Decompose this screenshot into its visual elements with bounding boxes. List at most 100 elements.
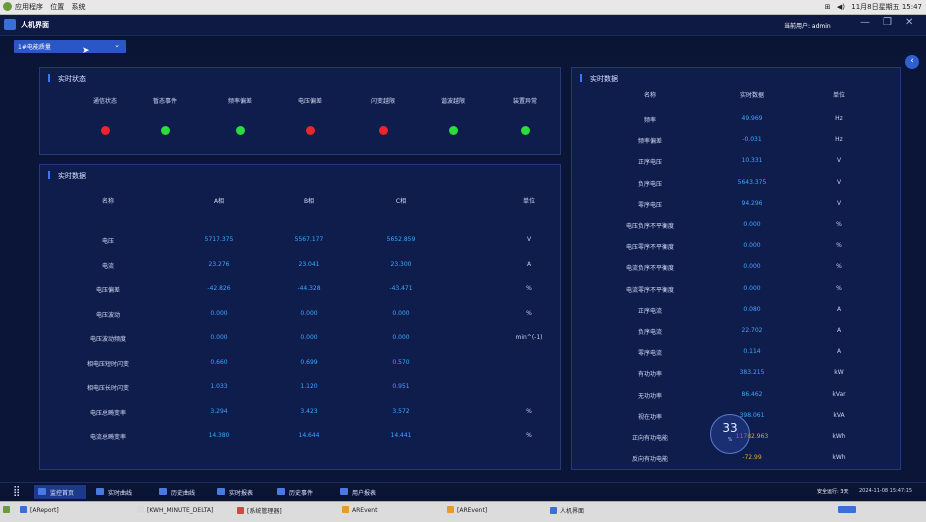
volume-icon[interactable]: ◀): [837, 3, 845, 11]
value-cell: 5652.859: [386, 236, 416, 243]
nav-button[interactable]: 历史曲线: [155, 485, 207, 499]
taskbar-app-icon: [137, 506, 144, 513]
status-label: 谐波越限: [440, 98, 465, 105]
nav-button[interactable]: 实时曲线: [92, 485, 144, 499]
row-label: 电压零序不平衡度: [625, 244, 674, 252]
value-cell: 3.423: [300, 407, 318, 415]
table-header: C相: [395, 198, 407, 205]
taskbar-item[interactable]: 人机界面: [550, 506, 584, 515]
value-cell: 5717.375: [204, 236, 234, 243]
unit-cell: %: [836, 242, 842, 250]
os-menu-system[interactable]: 系统: [71, 3, 85, 11]
value-cell: 3.572: [392, 407, 410, 415]
taskbar-item[interactable]: [AREvent]: [447, 506, 487, 514]
value-cell: 23.041: [298, 260, 320, 268]
row-label: 正向有功电能: [631, 435, 668, 442]
nav-button[interactable]: 用户报表: [336, 485, 388, 499]
status-label: 暂态事件: [152, 98, 177, 105]
value-cell: 1.120: [300, 383, 318, 390]
status-indicator: [520, 126, 530, 135]
unit-cell: %: [526, 407, 532, 415]
unit-cell: %: [526, 309, 532, 317]
show-desktop-icon[interactable]: [3, 506, 13, 514]
nav-button[interactable]: 历史事件: [273, 485, 325, 499]
value-cell: 0.951: [392, 383, 410, 390]
value-cell: 86.462: [741, 390, 763, 398]
value-cell: 3.294: [210, 407, 228, 415]
taskbar-item[interactable]: [KWH_MINUTE_DELTA]: [137, 506, 213, 514]
value-cell: 49.969: [741, 115, 763, 122]
taskbar-item[interactable]: AREvent: [342, 506, 377, 514]
device-select[interactable]: 1#电能质量 ⌄: [14, 40, 126, 53]
taskbar-app-icon: [447, 506, 454, 513]
close-button[interactable]: ✕: [905, 17, 913, 28]
os-menu-places[interactable]: 位置: [50, 3, 64, 11]
unit-cell: Hz: [835, 115, 843, 122]
status-indicator: [235, 126, 245, 135]
table-header: A相: [213, 198, 225, 205]
unit-cell: kW: [834, 369, 844, 377]
unit-cell: min^(-1): [515, 334, 543, 341]
unit-cell: Hz: [835, 136, 843, 144]
unit-cell: %: [836, 263, 842, 271]
row-label: 零序电流: [637, 350, 662, 358]
value-cell: 0.000: [300, 309, 318, 317]
os-logo-icon[interactable]: [3, 2, 12, 11]
unit-cell: kWh: [832, 454, 846, 462]
unit-cell: kVar: [832, 390, 846, 398]
nav-button[interactable]: 监控首页: [34, 485, 86, 499]
value-cell: 5567.177: [294, 236, 324, 243]
value-cell: 5643.375: [737, 178, 767, 186]
unit-cell: V: [836, 178, 842, 186]
collapse-panel-button[interactable]: ‹: [905, 55, 919, 69]
value-cell: 1.033: [210, 383, 228, 390]
nav-button[interactable]: 实时报表: [213, 485, 265, 499]
nav-label: 历史曲线: [171, 490, 196, 497]
taskbar-item[interactable]: [系统管理器]: [237, 506, 282, 515]
unit-cell: %: [526, 285, 532, 292]
taskbar-app-icon: [550, 507, 557, 514]
nav-label: 用户报表: [352, 490, 377, 497]
value-cell: 0.000: [743, 263, 761, 271]
value-cell: 0.570: [392, 358, 410, 366]
value-cell: 14.441: [390, 432, 412, 439]
taskbar-item-label: [AReport]: [30, 507, 59, 514]
value-cell: 383.215: [739, 369, 765, 377]
mouse-cursor-icon: ➤: [82, 46, 90, 56]
value-cell: 0.660: [210, 358, 228, 366]
taskbar-item[interactable]: [AReport]: [20, 506, 59, 514]
system-datetime: 2024-11-08 15:47:15: [859, 488, 913, 494]
bottom-nav: ⣿ 监控首页 实时曲线 历史曲线 实时报表 历史事件 用户报表 安全运行: 3天 2024…: [0, 482, 926, 501]
os-clock[interactable]: 11月8日星期五 15:47: [851, 3, 922, 11]
value-cell: -44.328: [297, 285, 321, 292]
network-icon[interactable]: ⊞: [825, 3, 831, 11]
taskbar-app-icon: [342, 506, 349, 513]
maximize-button[interactable]: ❐: [883, 17, 892, 28]
nav-icon: [277, 488, 285, 495]
unit-cell: A: [526, 260, 532, 268]
row-label: 相电压短时闪变: [86, 360, 129, 368]
nav-label: 历史事件: [289, 490, 314, 497]
value-cell: 0.000: [392, 334, 410, 341]
os-menu-applications[interactable]: 应用程序: [15, 3, 43, 11]
window-title-bar: 人机界面 当前用户: admin — ❐ ✕: [0, 15, 926, 36]
os-top-bar: 应用程序 位置 系统 ⊞ ◀) 11月8日星期五 15:47: [0, 0, 926, 15]
row-label: 相电压长时闪变: [86, 385, 129, 392]
value-cell: -72.99: [742, 454, 762, 462]
table-header: 实时数据: [739, 92, 764, 99]
status-indicator: [378, 126, 388, 135]
value-cell: 0.114: [743, 348, 761, 356]
value-cell: 0.000: [210, 309, 228, 317]
row-label: 反向有功电能: [631, 456, 668, 464]
row-label: 频率偏差: [637, 138, 662, 146]
grid-menu-icon[interactable]: ⣿: [4, 485, 30, 499]
device-bar: 1#电能质量 ⌄: [0, 36, 926, 56]
workspace-indicator[interactable]: [838, 506, 859, 514]
status-indicator: [448, 126, 458, 135]
app-icon: [4, 19, 16, 30]
table-header: 单位: [832, 92, 845, 99]
minimize-button[interactable]: —: [860, 17, 870, 28]
value-cell: 0.000: [743, 284, 761, 292]
status-indicator: [305, 126, 315, 135]
unit-cell: V: [836, 199, 842, 207]
